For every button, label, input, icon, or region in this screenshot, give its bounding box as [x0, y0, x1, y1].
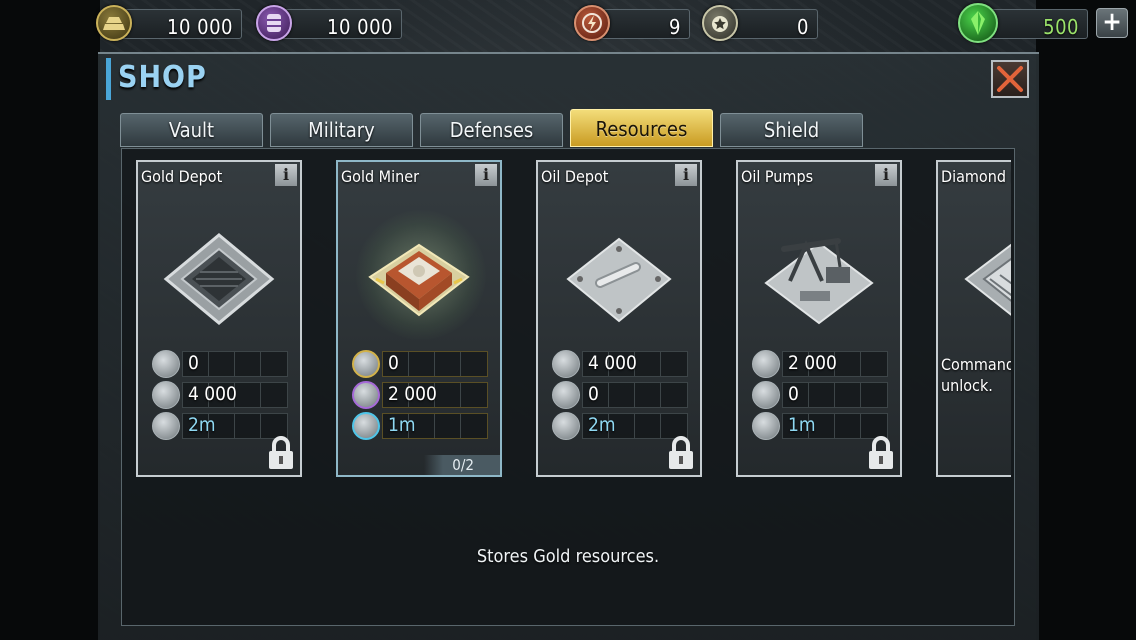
clock-icon	[752, 412, 780, 440]
shop-item-oil-pumps[interactable]: Oil Pumps i 2 000 0 1m	[736, 160, 902, 477]
gold-depot-building-icon	[163, 233, 275, 325]
info-icon[interactable]: i	[275, 164, 297, 186]
diamond-counter: 500	[958, 3, 1088, 43]
energy-value: 9	[669, 15, 681, 39]
shop-item-gold-depot[interactable]: Gold Depot i 0 4 000 2m	[136, 160, 302, 477]
build-time: 1m	[388, 414, 416, 436]
gold-bar-icon	[96, 5, 132, 41]
tab-military[interactable]: Military	[270, 113, 413, 147]
close-button[interactable]	[991, 60, 1029, 98]
oil-cost-row: 4 000	[152, 381, 288, 409]
clock-icon	[352, 412, 380, 440]
gold-cost-row: 4 000	[552, 350, 688, 378]
tab-shield[interactable]: Shield	[720, 113, 863, 147]
gold-bar-icon	[552, 350, 580, 378]
gold-miner-building-icon	[368, 243, 470, 317]
clock-icon	[552, 412, 580, 440]
title-accent-bar	[106, 58, 111, 100]
shop-item-gold-miner[interactable]: Gold Miner i 0 2 000 1m 0/2	[336, 160, 502, 477]
item-name: Diamond D	[941, 167, 1011, 186]
padlock-icon	[269, 436, 293, 469]
build-time: 2m	[588, 414, 616, 436]
gold-value: 10 000	[167, 15, 233, 39]
background-left-edge	[0, 0, 100, 640]
gold-cost: 0	[188, 352, 199, 374]
diamond-value: 500	[1043, 15, 1079, 39]
close-x-icon	[997, 66, 1023, 92]
tab-vault[interactable]: Vault	[120, 113, 263, 147]
energy-counter: 9	[574, 5, 690, 41]
unlock-requirement: Command Lv.6 requir unlock.	[941, 355, 1011, 395]
info-icon[interactable]: i	[475, 164, 497, 186]
medal-star-icon	[702, 5, 738, 41]
shop-item-oil-depot[interactable]: Oil Depot i 4 000 0 2m	[536, 160, 702, 477]
oil-depot-building-icon	[566, 237, 672, 323]
item-name: Oil Depot	[541, 167, 609, 186]
build-time: 1m	[788, 414, 816, 436]
oil-cost-row: 0	[552, 381, 688, 409]
item-name: Oil Pumps	[741, 167, 814, 186]
medal-counter: 0	[702, 5, 818, 41]
oil-barrel-icon	[256, 5, 292, 41]
build-count: 0/2	[424, 455, 500, 475]
gold-cost-row: 0	[152, 350, 288, 378]
gold-bar-icon	[152, 350, 180, 378]
padlock-icon	[869, 436, 893, 469]
oil-cost: 2 000	[388, 383, 437, 405]
oil-cost: 0	[588, 383, 599, 405]
oil-barrel-icon	[152, 381, 180, 409]
padlock-icon	[669, 436, 693, 469]
oil-barrel-icon	[752, 381, 780, 409]
tab-resources[interactable]: Resources	[570, 109, 713, 147]
build-time-row: 1m	[352, 412, 488, 440]
gold-bar-icon	[752, 350, 780, 378]
item-name: Gold Depot	[141, 167, 223, 186]
clock-icon	[152, 412, 180, 440]
gold-cost: 4 000	[588, 352, 637, 374]
tab-defenses[interactable]: Defenses	[420, 113, 563, 147]
oil-barrel-icon	[552, 381, 580, 409]
item-description: Stores Gold resources.	[476, 546, 660, 567]
oil-value: 10 000	[327, 15, 393, 39]
shop-item-diamond[interactable]: Diamond D Command Lv.6 requir unlock.	[936, 160, 1011, 477]
oil-cost: 4 000	[188, 383, 237, 405]
item-carousel[interactable]: Gold Depot i 0 4 000 2m Gold Miner i 0 2…	[121, 148, 1011, 488]
gold-bar-icon	[352, 350, 380, 378]
oil-cost: 0	[788, 383, 799, 405]
gold-cost: 2 000	[788, 352, 837, 374]
item-name: Gold Miner	[341, 167, 419, 186]
green-crystal-icon	[958, 3, 998, 43]
gold-cost-row: 2 000	[752, 350, 888, 378]
oil-cost-row: 2 000	[352, 381, 488, 409]
build-time: 2m	[188, 414, 216, 436]
buy-diamonds-button[interactable]: +	[1096, 8, 1128, 38]
lightning-icon	[574, 5, 610, 41]
gold-cost: 0	[388, 352, 399, 374]
oil-pumps-building-icon	[764, 238, 874, 325]
background-right-edge	[1036, 0, 1136, 640]
gold-counter: 10 000	[96, 5, 242, 41]
medal-value: 0	[797, 15, 809, 39]
diamond-building-icon	[964, 243, 1011, 316]
info-icon[interactable]: i	[675, 164, 697, 186]
shop-title: SHOP	[118, 60, 207, 95]
oil-barrel-icon	[352, 381, 380, 409]
info-icon[interactable]: i	[875, 164, 897, 186]
oil-counter: 10 000	[256, 5, 402, 41]
gold-cost-row: 0	[352, 350, 488, 378]
oil-cost-row: 0	[752, 381, 888, 409]
